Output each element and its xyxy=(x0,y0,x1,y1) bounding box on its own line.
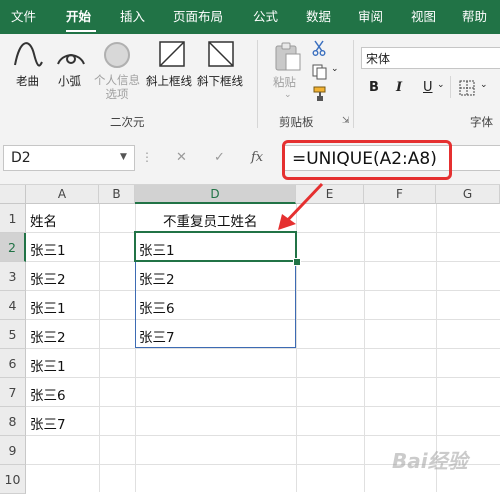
column-header-b[interactable]: B xyxy=(99,185,135,204)
menu-data[interactable]: 数据 xyxy=(306,0,331,34)
cell-a8[interactable]: 张三7 xyxy=(30,413,66,433)
menu-review[interactable]: 审阅 xyxy=(358,0,383,34)
diagonal-down-border-icon[interactable] xyxy=(207,40,235,68)
column-header-a[interactable]: A xyxy=(26,185,99,204)
paste-button-label[interactable]: 粘贴 xyxy=(273,74,296,90)
menu-file[interactable]: 文件 xyxy=(11,0,36,34)
select-all-corner[interactable] xyxy=(0,185,26,204)
circle-icon xyxy=(102,40,132,70)
italic-button[interactable]: I xyxy=(396,80,402,95)
cell-d3[interactable]: 张三2 xyxy=(139,268,175,288)
fill-handle[interactable] xyxy=(293,258,301,266)
personal-info-options-label: 个人信息选项 xyxy=(94,73,140,101)
baidu-watermark-logo: Bai经验 xyxy=(392,449,468,473)
bold-button[interactable]: B xyxy=(369,80,379,95)
diagonal-down-border-label[interactable]: 斜下框线 xyxy=(197,73,243,89)
row-header-6[interactable]: 6 xyxy=(0,349,26,378)
paste-dropdown-chevron-icon[interactable]: ⌄ xyxy=(284,90,292,100)
copy-icon[interactable] xyxy=(312,64,328,80)
formula-highlight-annotation xyxy=(282,140,452,180)
format-painter-icon[interactable] xyxy=(312,86,328,102)
cell-a7[interactable]: 张三6 xyxy=(30,384,66,404)
curve-icon[interactable] xyxy=(12,40,44,70)
insert-function-icon[interactable]: fx xyxy=(251,150,263,165)
cell-a4[interactable]: 张三1 xyxy=(30,297,66,317)
copy-dropdown-chevron-icon[interactable]: ⌄ xyxy=(331,64,339,74)
name-box-dropdown-icon[interactable]: ▼ xyxy=(120,152,127,162)
paste-icon[interactable] xyxy=(272,40,304,72)
group-title-clipboard: 剪贴板 xyxy=(279,115,314,129)
cut-icon[interactable] xyxy=(312,40,326,56)
cell-a5[interactable]: 张三2 xyxy=(30,326,66,346)
column-header-g[interactable]: G xyxy=(436,185,500,204)
gridline xyxy=(26,377,500,378)
arc-icon[interactable] xyxy=(55,42,87,68)
menu-page-layout[interactable]: 页面布局 xyxy=(173,0,223,34)
group-divider xyxy=(353,40,354,128)
column-header-f[interactable]: F xyxy=(364,185,436,204)
curve-button-label[interactable]: 老曲 xyxy=(16,73,39,89)
cell-a6[interactable]: 张三1 xyxy=(30,355,66,375)
cell-a3[interactable]: 张三2 xyxy=(30,268,66,288)
borders-icon[interactable] xyxy=(459,80,475,96)
underline-dropdown-chevron-icon[interactable]: ⌄ xyxy=(437,80,445,90)
cell-d1[interactable]: 不重复员工姓名 xyxy=(163,210,258,230)
cell-a1[interactable]: 姓名 xyxy=(30,210,57,230)
row-header-5[interactable]: 5 xyxy=(0,320,26,349)
cell-d5[interactable]: 张三7 xyxy=(139,326,175,346)
row-header-1[interactable]: 1 xyxy=(0,204,26,233)
name-box[interactable]: D2 xyxy=(3,145,135,171)
row-header-8[interactable]: 8 xyxy=(0,407,26,436)
row-header-9[interactable]: 9 xyxy=(0,436,26,465)
menu-home[interactable]: 开始 xyxy=(66,0,91,34)
arc-button-label[interactable]: 小弧 xyxy=(58,73,81,89)
toolbar-divider xyxy=(450,76,451,98)
gridline xyxy=(26,406,500,407)
group-title-font: 字体 xyxy=(470,115,493,129)
row-header-2[interactable]: 2 xyxy=(0,233,26,262)
underline-button[interactable]: U xyxy=(423,80,433,95)
font-name-select[interactable]: 宋体 xyxy=(361,47,500,69)
enter-icon[interactable]: ✓ xyxy=(214,150,225,165)
group-title-shapes: 二次元 xyxy=(110,115,145,129)
row-header-4[interactable]: 4 xyxy=(0,291,26,320)
diagonal-up-border-icon[interactable] xyxy=(158,40,186,68)
splitter-handle-icon[interactable]: ⋮ xyxy=(141,150,153,164)
row-header-3[interactable]: 3 xyxy=(0,262,26,291)
diagonal-up-border-label[interactable]: 斜上框线 xyxy=(146,73,192,89)
cancel-icon[interactable]: ✕ xyxy=(176,150,187,165)
menu-insert[interactable]: 插入 xyxy=(120,0,145,34)
borders-dropdown-chevron-icon[interactable]: ⌄ xyxy=(480,80,488,90)
active-tab-indicator xyxy=(66,30,96,32)
menu-help[interactable]: 帮助 xyxy=(462,0,487,34)
cell-d4[interactable]: 张三6 xyxy=(139,297,175,317)
row-header-10[interactable]: 10 xyxy=(0,465,26,494)
group-divider xyxy=(257,40,258,128)
gridline xyxy=(26,348,500,349)
cell-a2[interactable]: 张三1 xyxy=(30,239,66,259)
clipboard-dialog-launcher-icon[interactable]: ⇲ xyxy=(342,116,350,126)
menu-formulas[interactable]: 公式 xyxy=(253,0,278,34)
gridline xyxy=(26,435,500,436)
row-header-7[interactable]: 7 xyxy=(0,378,26,407)
annotation-arrow-icon xyxy=(278,182,324,230)
menu-view[interactable]: 视图 xyxy=(411,0,436,34)
